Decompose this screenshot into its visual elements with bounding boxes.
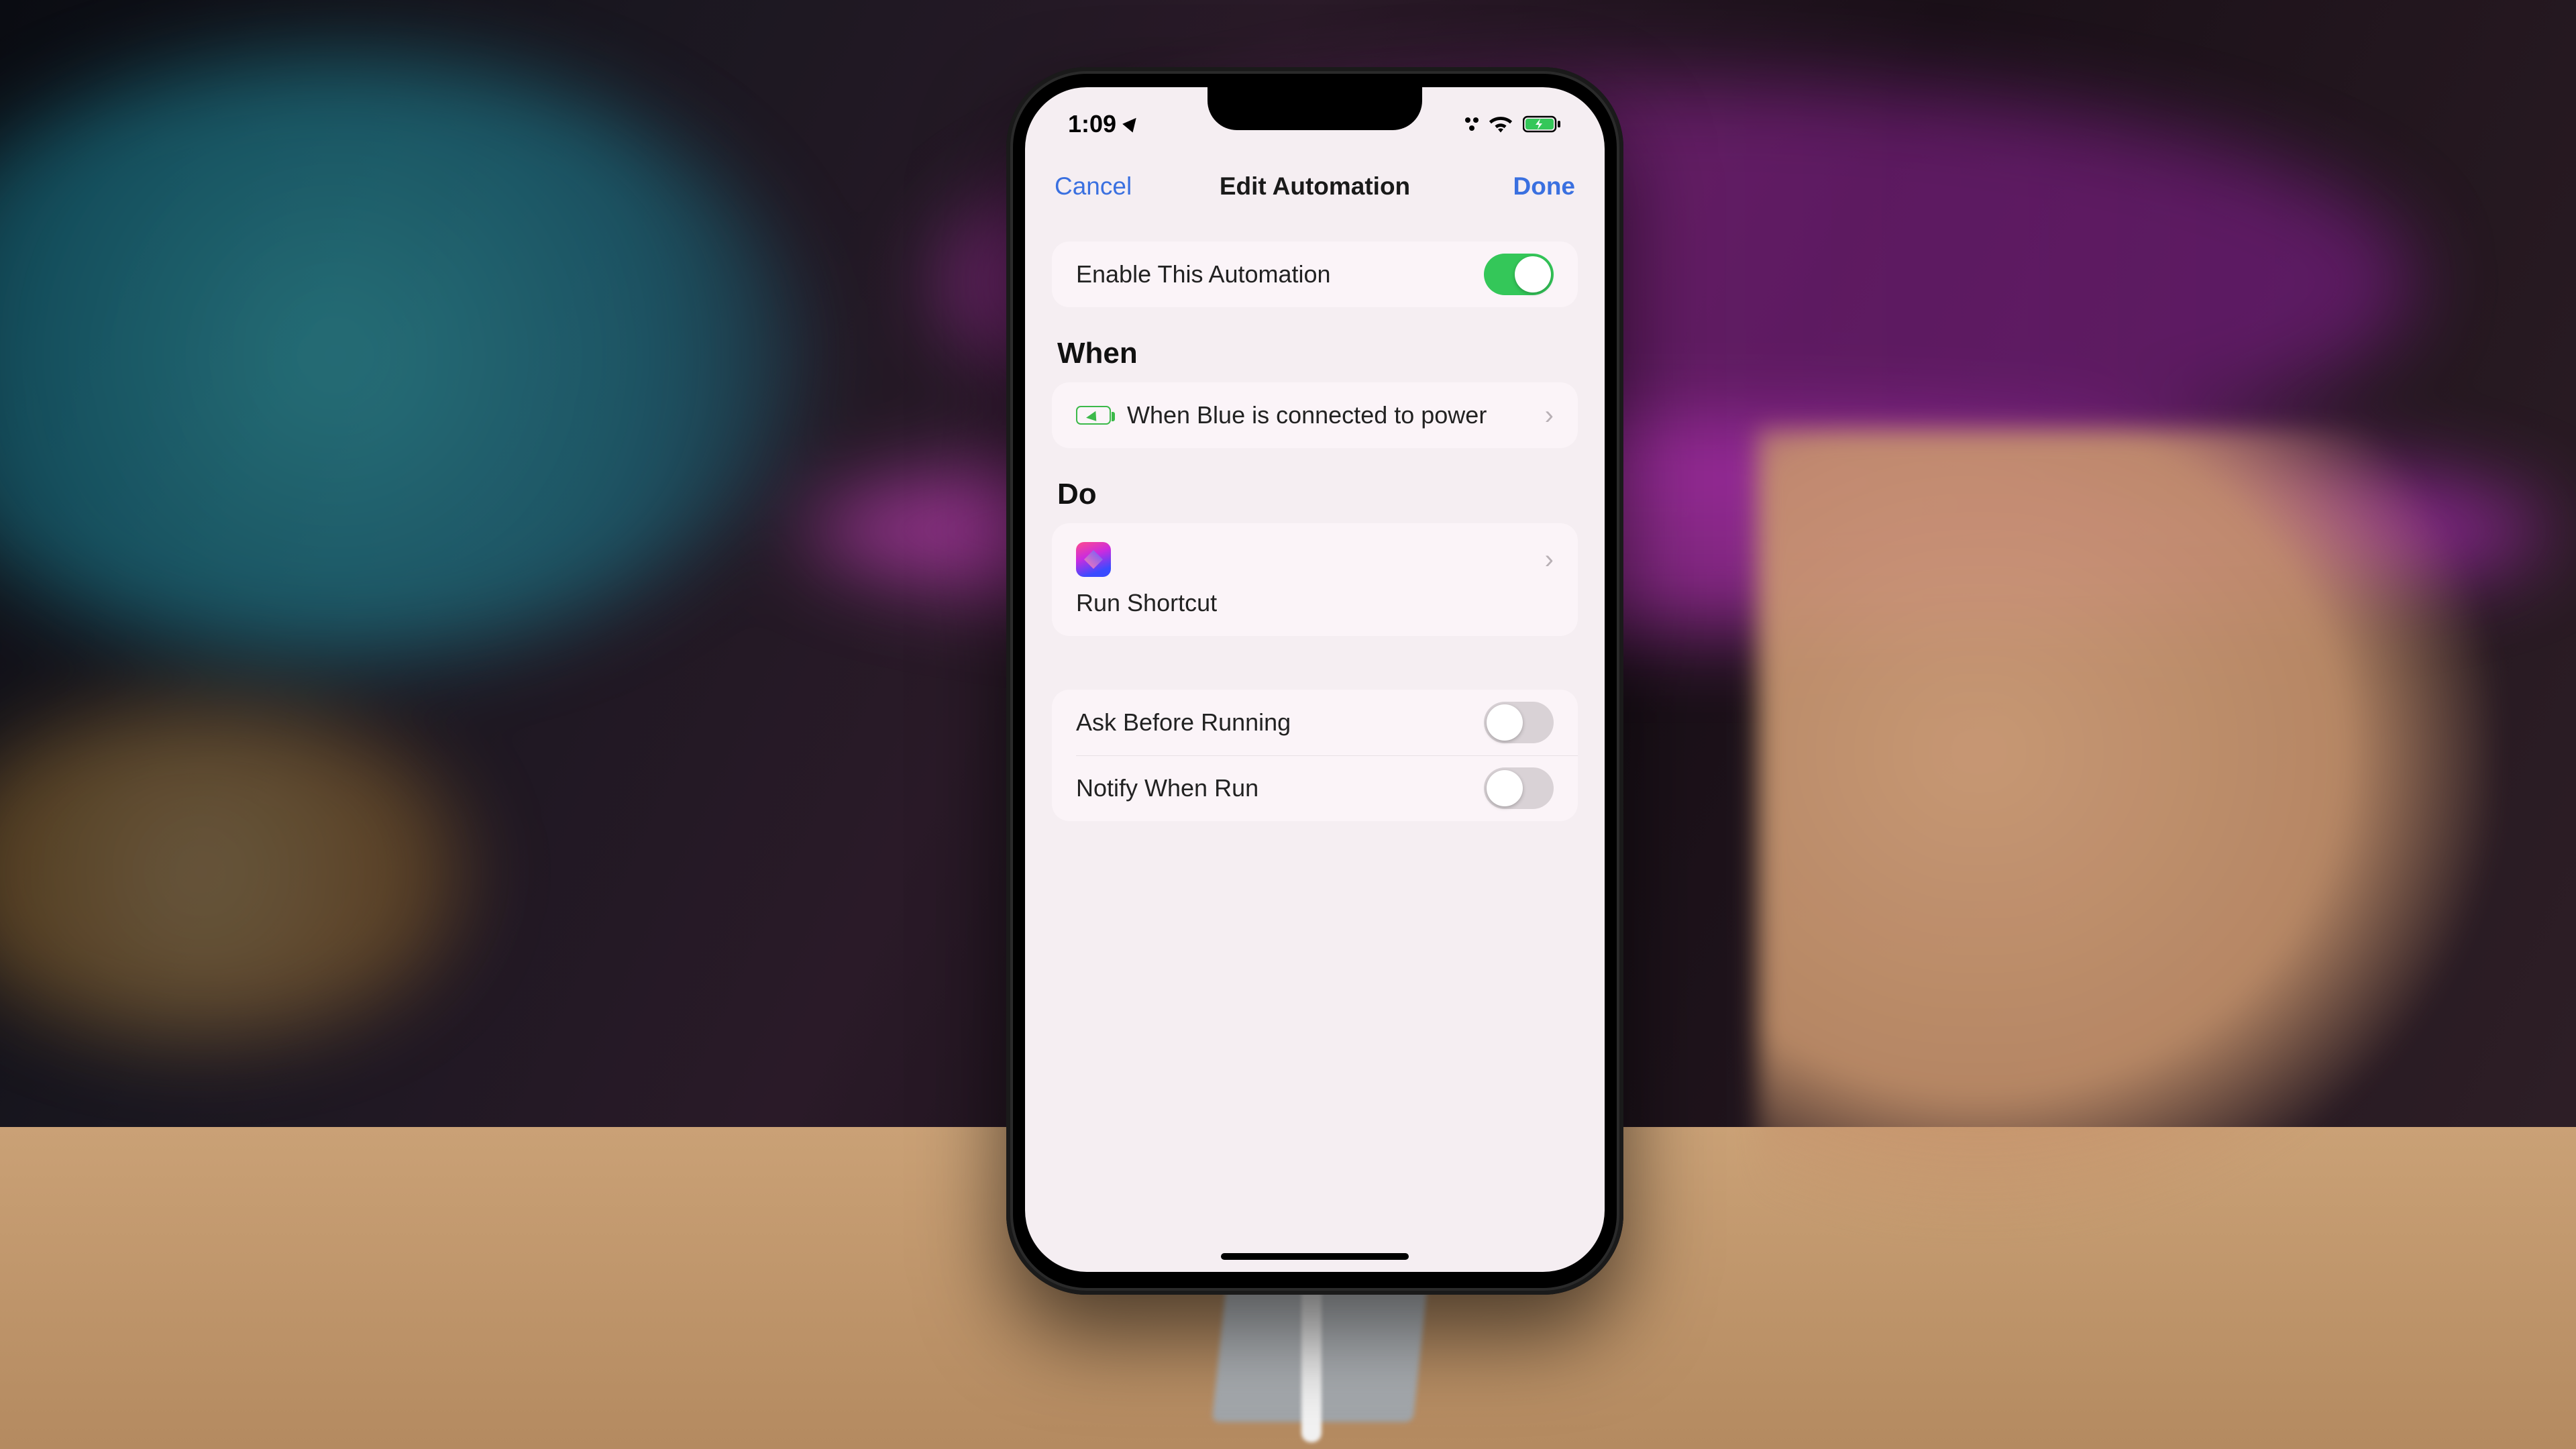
home-indicator[interactable] <box>1221 1253 1409 1260</box>
status-time: 1:09 <box>1068 110 1116 138</box>
when-heading: When <box>1057 337 1578 370</box>
ask-before-running-row: Ask Before Running <box>1052 690 1578 755</box>
nav-bar: Cancel Edit Automation Done <box>1025 154 1605 219</box>
notify-when-run-row: Notify When Run <box>1052 755 1578 821</box>
when-trigger-row[interactable]: When Blue is connected to power › <box>1052 382 1578 448</box>
done-button[interactable]: Done <box>1513 172 1576 201</box>
notch <box>1208 87 1422 130</box>
do-group: › Run Shortcut <box>1052 523 1578 636</box>
enable-automation-toggle[interactable] <box>1484 254 1554 295</box>
power-connected-icon <box>1076 406 1111 425</box>
cellular-dots-icon <box>1465 117 1479 131</box>
notify-when-run-toggle[interactable] <box>1484 767 1554 809</box>
battery-charging-icon <box>1523 115 1562 133</box>
when-group: When Blue is connected to power › <box>1052 382 1578 448</box>
notify-when-run-label: Notify When Run <box>1076 774 1484 802</box>
location-icon <box>1122 113 1141 132</box>
enable-group: Enable This Automation <box>1052 241 1578 307</box>
ask-before-running-toggle[interactable] <box>1484 702 1554 743</box>
do-action-label: Run Shortcut <box>1076 589 1217 617</box>
ask-before-running-label: Ask Before Running <box>1076 708 1484 737</box>
screen: 1:09 Cancel Edit Automation Done Ena <box>1025 87 1605 1272</box>
do-heading: Do <box>1057 478 1578 511</box>
shortcuts-app-icon <box>1076 542 1111 577</box>
enable-automation-row: Enable This Automation <box>1052 241 1578 307</box>
options-group: Ask Before Running Notify When Run <box>1052 690 1578 821</box>
when-trigger-label: When Blue is connected to power <box>1127 401 1537 429</box>
wifi-icon <box>1488 115 1513 133</box>
enable-automation-label: Enable This Automation <box>1076 260 1484 288</box>
iphone-frame: 1:09 Cancel Edit Automation Done Ena <box>1006 67 1623 1295</box>
chevron-right-icon: › <box>1545 545 1554 575</box>
do-action-row[interactable]: › Run Shortcut <box>1052 523 1578 636</box>
chevron-right-icon: › <box>1545 400 1554 431</box>
cancel-button[interactable]: Cancel <box>1055 172 1132 201</box>
